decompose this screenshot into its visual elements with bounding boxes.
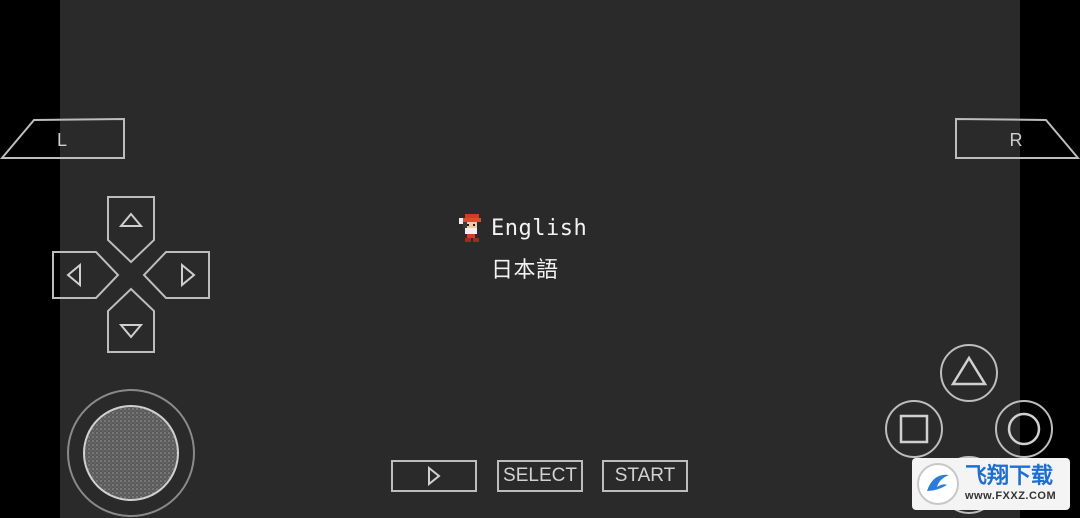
analog-stick-knob[interactable] — [83, 405, 179, 501]
dpad-down-button[interactable] — [107, 287, 155, 353]
arrow-left-icon — [66, 262, 81, 288]
start-button[interactable]: START — [602, 460, 688, 492]
watermark-logo-icon — [917, 463, 959, 505]
circle-button[interactable] — [995, 400, 1053, 458]
watermark-url: www.FXXZ.COM — [965, 490, 1057, 502]
select-button[interactable]: SELECT — [497, 460, 583, 492]
analog-stick[interactable] — [67, 389, 195, 517]
play-icon — [428, 466, 441, 486]
triangle-button[interactable] — [940, 344, 998, 402]
arrow-right-icon — [181, 262, 196, 288]
dpad-right-button[interactable] — [142, 251, 210, 299]
r-shoulder-button[interactable]: R — [955, 117, 1080, 159]
watermark: 飞翔下载 www.FXXZ.COM — [912, 458, 1070, 510]
dpad-up-button[interactable] — [107, 196, 155, 264]
r-shoulder-label: R — [1010, 130, 1023, 150]
square-button[interactable] — [885, 400, 943, 458]
l-shoulder-button[interactable]: L — [0, 117, 125, 159]
circle-icon — [1007, 412, 1041, 446]
dpad-left-button[interactable] — [52, 251, 120, 299]
watermark-text: 飞翔下载 — [965, 464, 1054, 489]
play-button[interactable] — [391, 460, 477, 492]
l-shoulder-label: L — [57, 130, 67, 150]
triangle-icon — [950, 355, 988, 386]
arrow-down-icon — [118, 324, 144, 339]
arrow-up-icon — [118, 212, 144, 227]
square-icon — [899, 414, 929, 444]
